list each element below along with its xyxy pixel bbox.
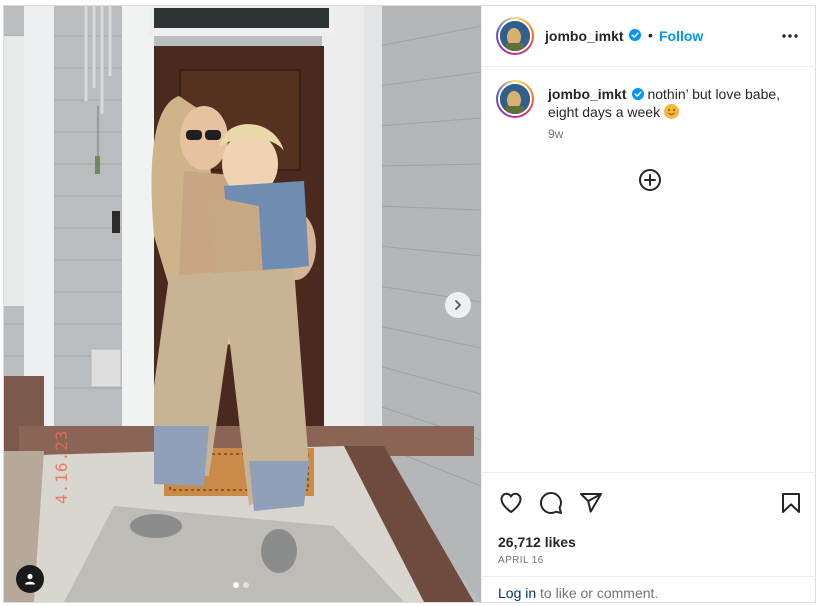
post-photo — [4, 6, 481, 602]
user-tag-icon — [25, 573, 35, 585]
post-media[interactable]: 4.16.23 — [4, 6, 481, 602]
chevron-right-icon — [455, 300, 461, 310]
tagged-users-button[interactable] — [16, 565, 44, 593]
carousel-dot-active — [233, 582, 239, 588]
smiling-face-emoji — [663, 104, 679, 119]
share-button[interactable] — [578, 490, 604, 516]
profile-photo — [500, 84, 530, 114]
author-avatar[interactable] — [496, 17, 534, 55]
follow-button[interactable]: Follow — [659, 28, 703, 44]
comment-icon — [540, 492, 562, 514]
more-options-icon[interactable] — [780, 28, 800, 44]
comment-button[interactable] — [538, 490, 564, 516]
like-button[interactable] — [498, 490, 524, 516]
comments-section: jombo_imkt nothin’ but love babe, eight … — [482, 67, 817, 472]
post-header: jombo_imkt • Follow — [482, 6, 817, 67]
login-link[interactable]: Log in — [498, 585, 536, 601]
paper-plane-icon — [580, 493, 602, 513]
login-prompt: Log in to like or comment. — [482, 576, 817, 603]
bookmark-icon — [782, 493, 800, 513]
post-caption: jombo_imkt nothin’ but love babe, eight … — [548, 85, 800, 121]
photo-date-stamp: 4.16.23 — [52, 429, 71, 504]
author-username[interactable]: jombo_imkt — [545, 28, 624, 44]
caption-username[interactable]: jombo_imkt — [548, 86, 627, 102]
verified-badge-icon — [632, 88, 645, 100]
post-side-panel: jombo_imkt • Follow jombo_imkt nothin’ b… — [481, 6, 817, 602]
header-separator: • — [648, 27, 653, 43]
post-date[interactable]: APRIL 16 — [498, 555, 544, 566]
save-button[interactable] — [778, 490, 804, 516]
login-prompt-text: to like or comment. — [536, 585, 659, 601]
profile-photo — [500, 21, 530, 51]
plus-circle-icon[interactable] — [638, 168, 662, 192]
instagram-post: 4.16.23 jombo_imkt • Follow jombo_imkt n… — [3, 5, 817, 603]
post-actions: 26,712 likes APRIL 16 Log in to like or … — [482, 472, 817, 602]
heart-icon — [500, 492, 522, 513]
caption-author-avatar[interactable] — [496, 80, 534, 118]
verified-badge-icon — [629, 29, 641, 41]
carousel-next-button[interactable] — [445, 292, 471, 318]
caption-timestamp[interactable]: 9w — [548, 127, 563, 141]
carousel-dot — [243, 582, 249, 588]
carousel-indicator — [233, 582, 249, 588]
like-count[interactable]: 26,712 likes — [498, 534, 576, 550]
